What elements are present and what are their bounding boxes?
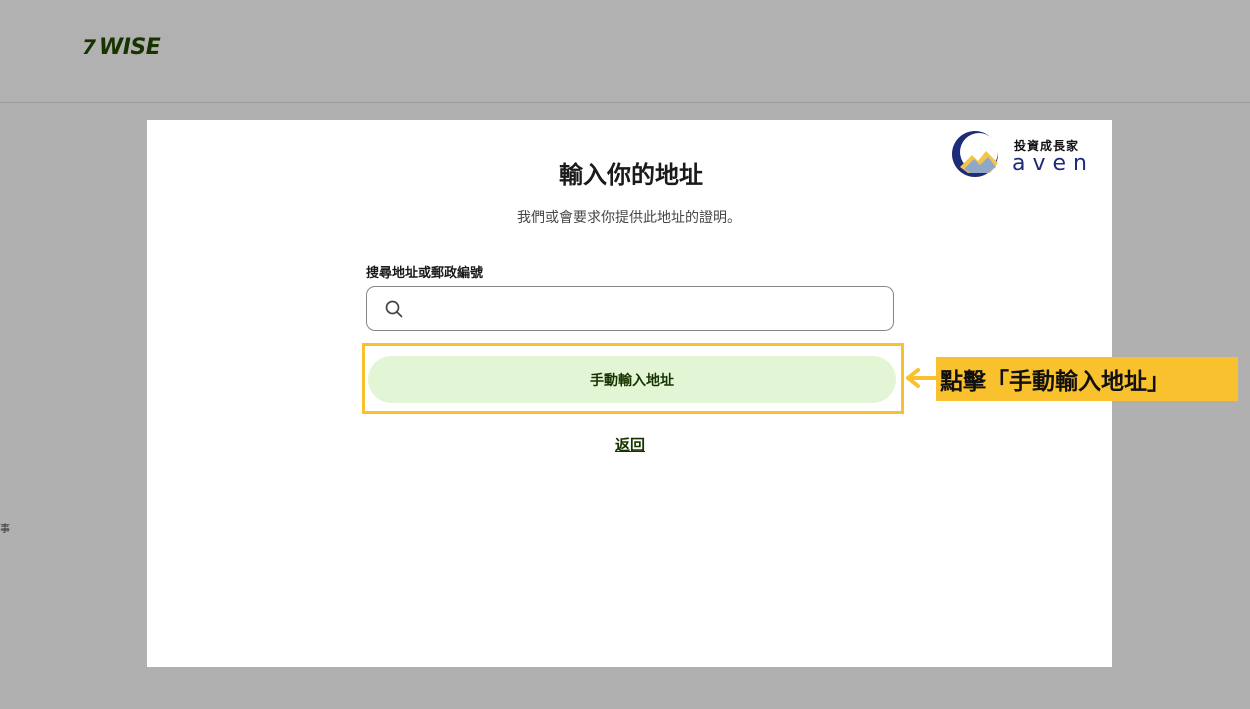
side-text-fragment: 事 bbox=[0, 524, 10, 535]
instruction-callout: 點擊「手動輸入地址」 bbox=[936, 357, 1238, 401]
search-label: 搜尋地址或郵政編號 bbox=[366, 266, 484, 281]
address-search-field[interactable] bbox=[366, 286, 894, 331]
top-bar: 7 WISE bbox=[0, 0, 1250, 103]
page-subtitle: 我們或會要求你提供此地址的證明。 bbox=[517, 210, 741, 226]
aven-logo-icon bbox=[952, 131, 998, 177]
wise-logo[interactable]: 7 WISE bbox=[79, 34, 161, 60]
aven-watermark: 投資成長家 aven bbox=[950, 127, 1100, 183]
search-icon bbox=[385, 300, 403, 318]
arrow-left-icon bbox=[906, 368, 938, 388]
address-search-input[interactable] bbox=[415, 295, 879, 325]
manual-entry-button[interactable]: 手動輸入地址 bbox=[368, 356, 896, 403]
aven-bottom-text: aven bbox=[1012, 151, 1094, 176]
back-link[interactable]: 返回 bbox=[0, 434, 1250, 455]
wise-flag-icon: 7 bbox=[79, 35, 99, 59]
wise-logo-text: WISE bbox=[98, 34, 161, 60]
